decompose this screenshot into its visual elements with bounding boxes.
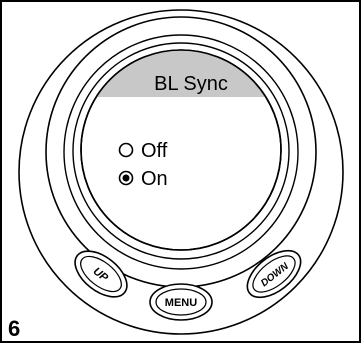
option-off-label: Off bbox=[141, 140, 168, 162]
radio-on-dot bbox=[122, 174, 130, 182]
figure-number: 6 bbox=[8, 316, 21, 341]
menu-label: MENU bbox=[165, 297, 197, 309]
menu-button[interactable]: MENU bbox=[149, 283, 213, 321]
screen-title: BL Sync bbox=[154, 73, 228, 95]
device-illustration: BL Sync Off On UP MENU DOWN bbox=[18, 9, 344, 335]
option-on-label: On bbox=[141, 168, 168, 190]
radio-off[interactable] bbox=[118, 142, 134, 158]
figure-frame: BL Sync Off On UP MENU DOWN 6 bbox=[0, 0, 361, 343]
